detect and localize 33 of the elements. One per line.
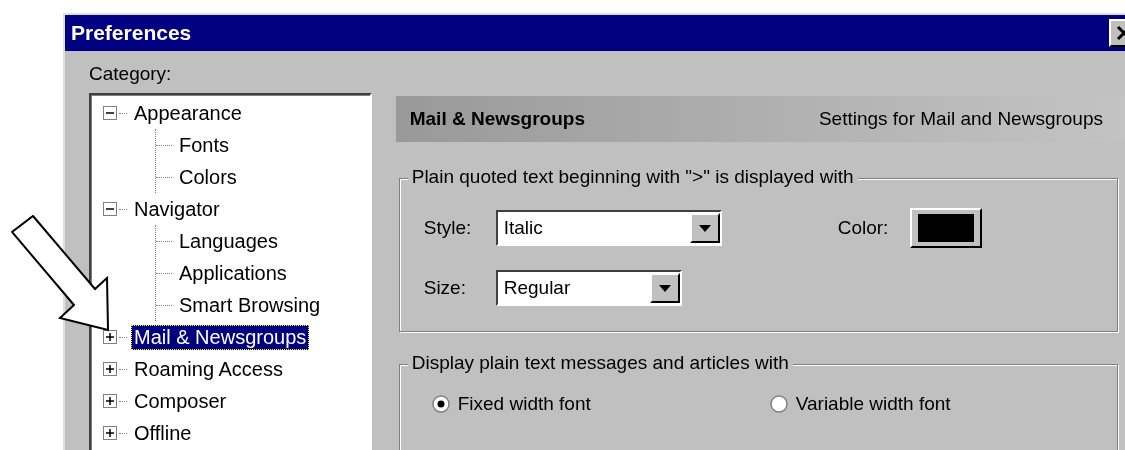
size-label: Size: xyxy=(423,277,467,299)
tree-item[interactable]: Appearance xyxy=(131,100,245,126)
section-title: Mail & Newsgroups xyxy=(409,108,585,130)
tree-item[interactable]: Applications xyxy=(176,260,290,286)
radio-label: Variable width font xyxy=(795,393,951,415)
color-label: Color: xyxy=(837,217,890,239)
expand-icon[interactable] xyxy=(103,394,117,408)
tree-item[interactable]: Navigator xyxy=(131,196,223,222)
dropdown-arrow-icon xyxy=(658,284,671,292)
size-dropdown[interactable]: Regular xyxy=(495,270,682,306)
tree-item[interactable]: Roaming Access xyxy=(131,356,286,382)
style-label: Style: xyxy=(423,217,473,239)
category-label: Category: xyxy=(89,63,173,85)
dropdown-arrow-icon xyxy=(698,224,711,232)
style-dropdown[interactable]: Italic xyxy=(495,210,722,246)
tree-item[interactable]: Mail & Newsgroups xyxy=(131,324,310,350)
expand-icon[interactable] xyxy=(103,426,117,440)
tree-item[interactable]: Colors xyxy=(176,164,240,190)
color-button[interactable] xyxy=(909,208,982,248)
tree-item[interactable]: Composer xyxy=(131,388,230,414)
tree-item[interactable]: Languages xyxy=(176,228,281,254)
radio-button[interactable] xyxy=(431,395,450,413)
window-title: Preferences xyxy=(71,21,192,45)
radio-button[interactable] xyxy=(769,395,788,413)
section-subtitle: Settings for Mail and Newsgroups xyxy=(818,108,1103,130)
radio-label: Fixed width font xyxy=(457,393,591,415)
tree-item[interactable]: Smart Browsing xyxy=(176,292,324,318)
collapse-icon[interactable] xyxy=(103,202,117,216)
tree-item[interactable]: Fonts xyxy=(176,132,233,158)
tree-item[interactable]: Offline xyxy=(131,420,195,446)
expand-icon[interactable] xyxy=(103,362,117,376)
expand-icon[interactable] xyxy=(103,330,117,344)
collapse-icon[interactable] xyxy=(103,106,117,120)
